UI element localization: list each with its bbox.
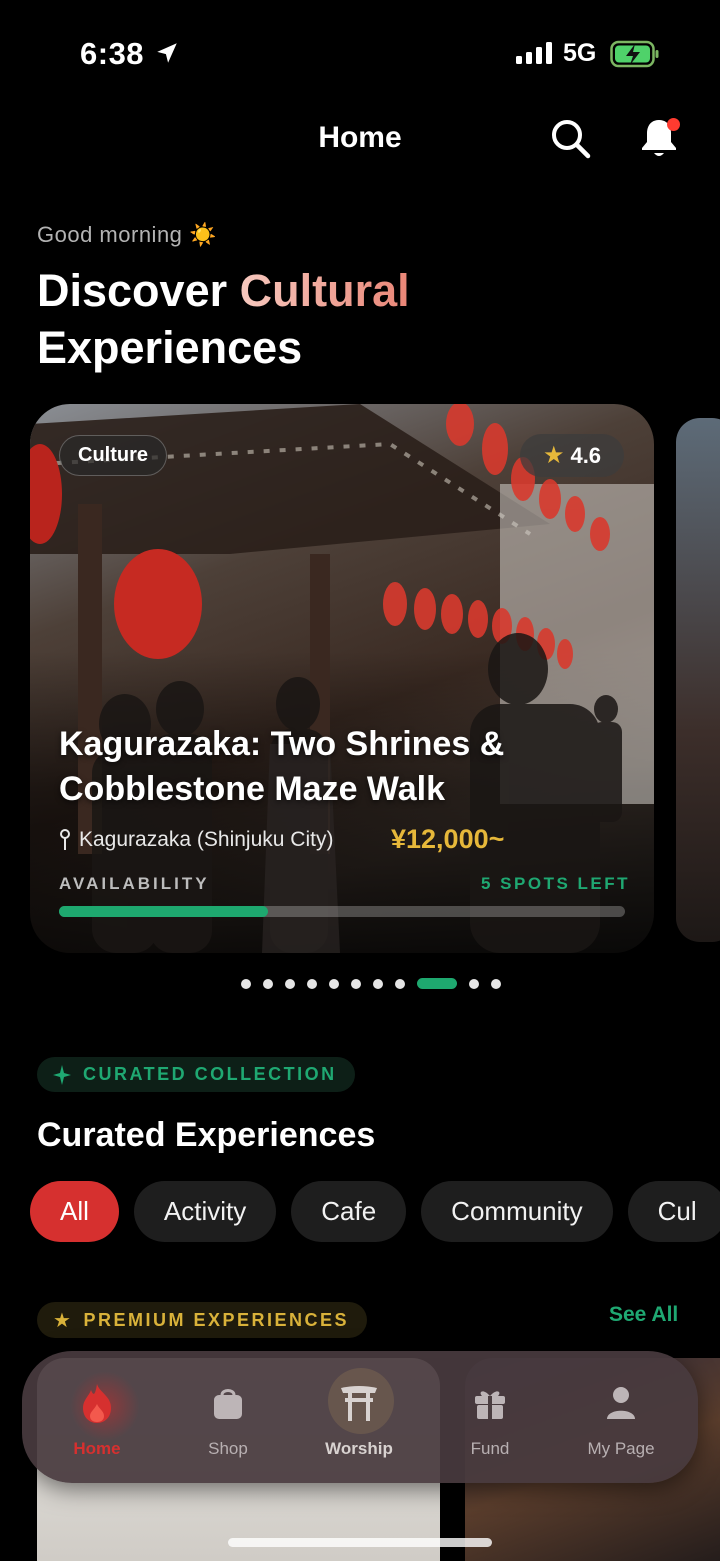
rating-value: 4.6: [570, 442, 602, 468]
featured-card-photo: [30, 404, 654, 953]
tab-fund-label: Fund: [470, 1439, 510, 1458]
availability-progress: [59, 906, 625, 917]
category-chip: Culture: [59, 435, 167, 476]
tab-my-page-label: My Page: [587, 1439, 655, 1458]
curated-badge-label: CURATED COLLECTION: [83, 1064, 337, 1084]
location-text: Kagurazaka (Shinjuku City): [79, 828, 334, 851]
flame-icon: [83, 1384, 111, 1423]
filter-activity[interactable]: Activity: [133, 1181, 277, 1242]
tab-worship-label: Worship: [325, 1439, 393, 1458]
availability-progress-fill: [59, 906, 269, 917]
battery-charging-icon: [610, 40, 659, 68]
premium-badge-label: PREMIUM EXPERIENCES: [83, 1309, 349, 1330]
spots-left: 5 SPOTS LEFT: [481, 874, 631, 893]
tab-my-page[interactable]: My Page: [556, 1351, 686, 1483]
next-card-peek[interactable]: [676, 418, 720, 942]
card-price: ¥12,000~: [391, 824, 505, 854]
section-title: Curated Experiences: [37, 1116, 376, 1154]
category-filters: All Activity Cafe Community Cul: [30, 1181, 720, 1242]
star-icon: ★: [53, 1309, 74, 1332]
see-all-link[interactable]: See All: [609, 1303, 678, 1327]
tab-home-label: Home: [73, 1439, 121, 1458]
carousel-dot[interactable]: [285, 978, 295, 989]
filter-community[interactable]: Community: [421, 1181, 613, 1242]
sparkle-icon: [53, 1064, 71, 1085]
tab-shop[interactable]: Shop: [163, 1351, 293, 1483]
tab-shop-label: Shop: [208, 1439, 248, 1458]
signal-strength-icon: [516, 42, 552, 64]
carousel-dot[interactable]: [469, 978, 479, 989]
carousel-dot[interactable]: [491, 978, 501, 989]
filter-cafe[interactable]: Cafe: [291, 1181, 407, 1242]
hero-title-plain: Discover: [37, 265, 240, 316]
hero-title-line2: Experiences: [37, 322, 303, 373]
rating-badge: ★ 4.6: [520, 434, 624, 477]
curated-collection-badge: CURATED COLLECTION: [37, 1057, 355, 1092]
carousel-dot[interactable]: [263, 978, 273, 989]
filter-culture[interactable]: Cul: [627, 1181, 720, 1242]
carousel-dot[interactable]: [351, 978, 361, 989]
pin-icon: [60, 829, 70, 850]
gift-icon: [475, 1391, 505, 1419]
person-icon: [607, 1387, 635, 1419]
carousel-dot[interactable]: [329, 978, 339, 989]
carousel-dot[interactable]: [373, 978, 383, 989]
star-icon: ★: [542, 442, 565, 469]
notification-badge: [667, 118, 680, 131]
status-time: 6:38: [80, 36, 145, 71]
status-bar: 6:38 5G: [0, 0, 720, 100]
carousel-dot[interactable]: [307, 978, 317, 989]
home-indicator: [228, 1538, 492, 1547]
tab-home[interactable]: Home: [32, 1351, 162, 1483]
featured-experience-card[interactable]: [30, 404, 654, 953]
carousel-dot[interactable]: [395, 978, 405, 989]
card-location: Kagurazaka (Shinjuku City): [59, 828, 333, 852]
carousel-pagination[interactable]: [241, 978, 501, 989]
hero-title-accent: Cultural: [239, 265, 410, 316]
hero-title: Discover Cultural Experiences: [37, 262, 597, 376]
premium-experiences-badge: ★ PREMIUM EXPERIENCES: [37, 1302, 367, 1338]
greeting-text: Good morning ☀️: [37, 222, 217, 247]
page-title: Home: [318, 121, 402, 154]
location-arrow-icon: [157, 43, 177, 63]
network-type: 5G: [563, 39, 597, 67]
carousel-dot[interactable]: [241, 978, 251, 989]
search-icon[interactable]: [549, 117, 591, 159]
tab-fund[interactable]: Fund: [425, 1351, 555, 1483]
card-title: Kagurazaka: Two Shrines & Cobblestone Ma…: [59, 725, 505, 808]
filter-all[interactable]: All: [30, 1181, 119, 1242]
torii-gate-icon: [341, 1386, 377, 1421]
shopping-bag-icon: [214, 1389, 242, 1419]
availability-label: AVAILABILITY: [59, 874, 210, 893]
bottom-tab-bar: Home Shop Worship Fund My Page: [22, 1351, 698, 1483]
carousel-dot-active[interactable]: [417, 978, 457, 989]
tab-worship[interactable]: Worship: [294, 1351, 424, 1483]
